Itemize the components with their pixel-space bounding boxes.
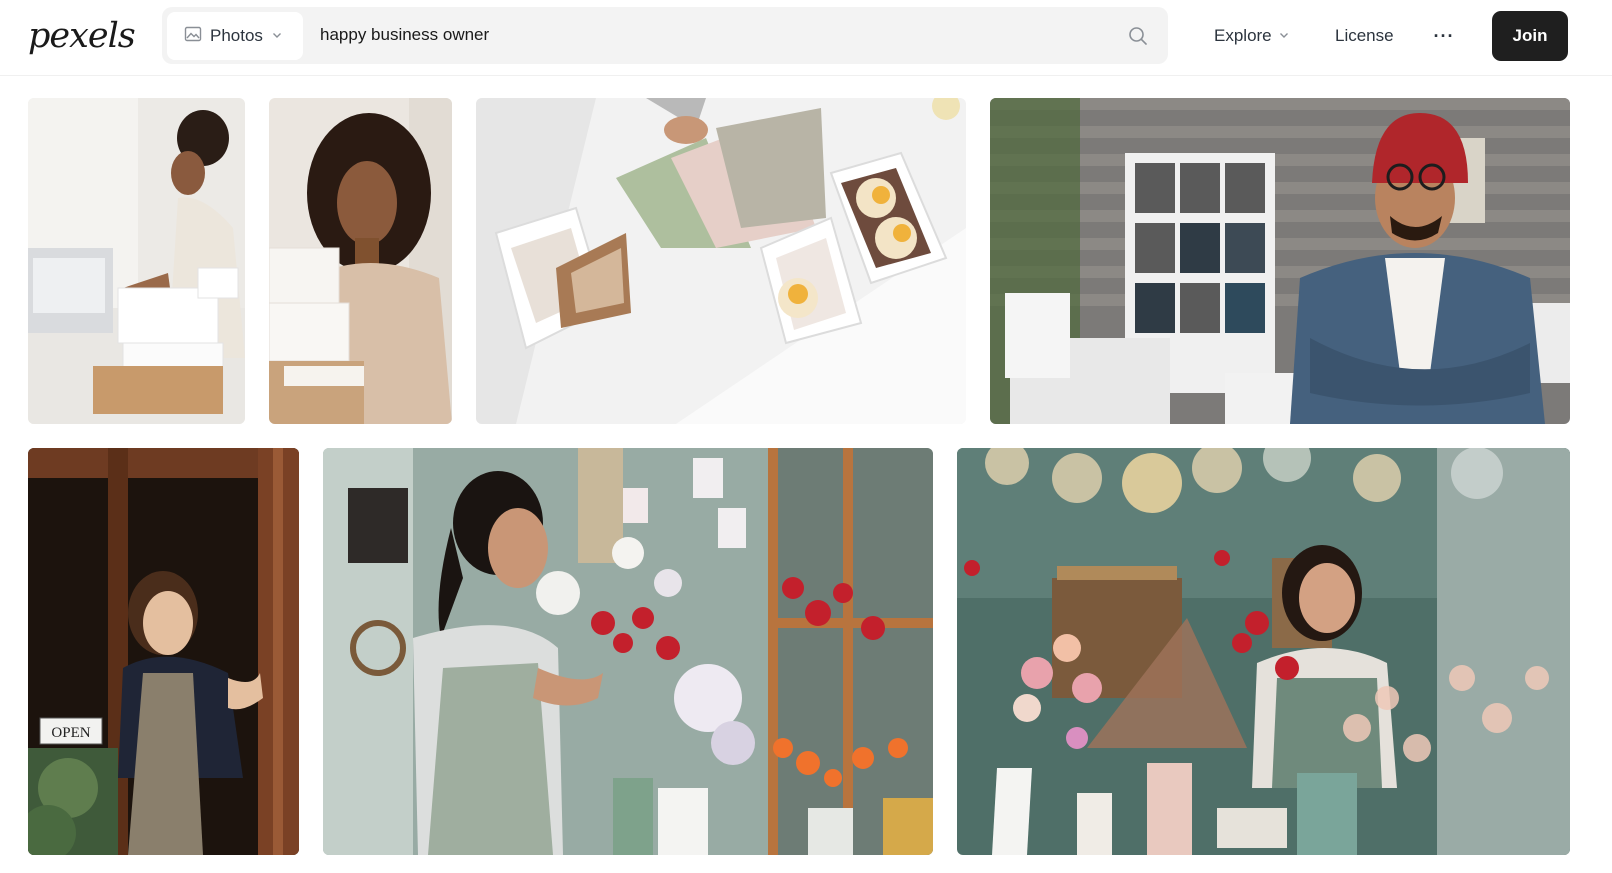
nav-explore[interactable]: Explore (1214, 11, 1290, 61)
chevron-down-icon (271, 26, 283, 46)
photo-card[interactable] (28, 98, 245, 424)
media-type-select[interactable]: Photos (167, 12, 303, 60)
search-icon[interactable] (1126, 24, 1150, 48)
photo-woman-holding-boxes (269, 98, 452, 424)
photo-woman-laptop-boxes (28, 98, 245, 424)
search-input[interactable] (320, 15, 1090, 55)
photo-man-red-beanie-office (990, 98, 1570, 424)
top-header: pexels Photos Explore License ··· Join (0, 0, 1612, 76)
photo-cupcakes-boxes (476, 98, 966, 424)
join-button[interactable]: Join (1492, 11, 1568, 61)
nav-explore-label: Explore (1214, 26, 1272, 45)
photo-card[interactable] (476, 98, 966, 424)
pexels-logo[interactable]: pexels (28, 14, 136, 58)
photo-florist-arranging (323, 448, 933, 855)
media-type-label: Photos (210, 26, 263, 45)
photo-florist-smiling (957, 448, 1570, 855)
nav-license[interactable]: License (1335, 11, 1394, 61)
photo-woman-shop-door: OPEN (28, 448, 299, 855)
open-sign-text: OPEN (51, 725, 90, 741)
ellipsis-icon[interactable]: ··· (1431, 11, 1457, 61)
photo-card[interactable] (957, 448, 1570, 855)
chevron-down-icon (1278, 26, 1290, 46)
photo-card[interactable] (323, 448, 933, 855)
search-bar: Photos (162, 7, 1168, 64)
photo-card[interactable] (990, 98, 1570, 424)
photo-card[interactable]: OPEN (28, 448, 299, 855)
photo-card[interactable] (269, 98, 452, 424)
image-icon (184, 25, 202, 48)
